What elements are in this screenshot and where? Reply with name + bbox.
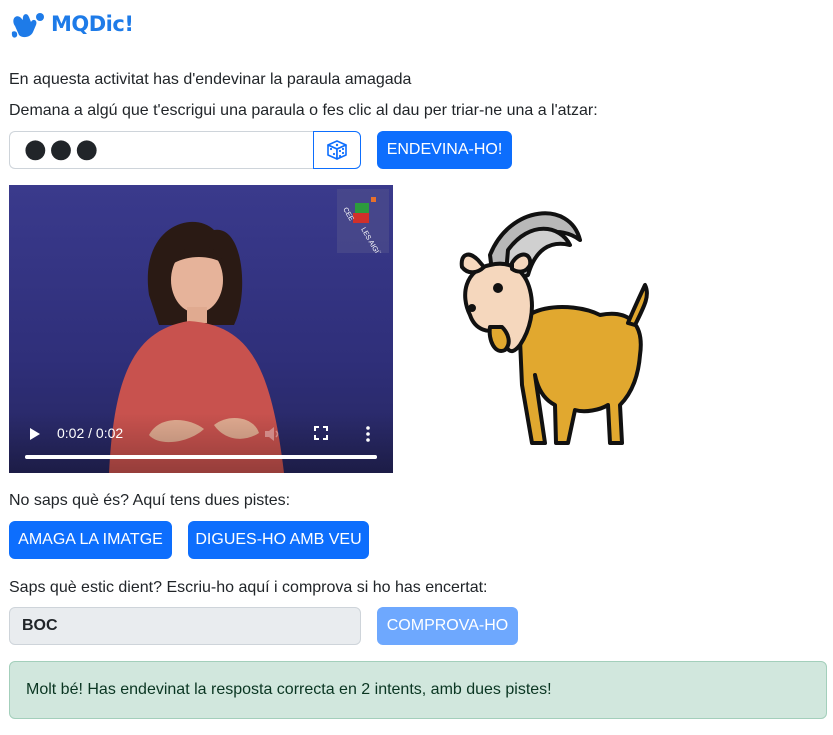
app-logo[interactable]: MQDic! (9, 8, 134, 40)
secret-word-group: ●●● (9, 131, 361, 169)
volume-icon[interactable] (264, 426, 282, 442)
hide-image-button[interactable]: AMAGA LA IMATGE (9, 521, 172, 559)
sign-language-video[interactable]: CEE LES AIGÜES 0:02 / 0:02 (9, 185, 393, 473)
random-word-button[interactable] (313, 131, 361, 169)
answer-input[interactable]: BOC (9, 607, 361, 645)
answer-prompt: Saps què estic dient? Escriu-ho aquí i c… (9, 579, 488, 596)
more-options-icon[interactable] (365, 426, 371, 442)
dice-icon (327, 140, 347, 160)
video-controls: 0:02 / 0:02 (9, 413, 393, 473)
logo-text: MQDic! (51, 12, 134, 36)
hand-logo-icon (11, 13, 44, 38)
check-button[interactable]: COMPROVA-HO (377, 607, 518, 645)
video-time: 0:02 / 0:02 (57, 425, 124, 441)
goat-icon (459, 211, 649, 445)
video-progress[interactable] (25, 455, 377, 459)
secret-word-input[interactable]: ●●● (9, 131, 313, 169)
video-progress-fill (25, 455, 377, 459)
instruction-line-1: En aquesta activitat has d'endevinar la … (9, 71, 412, 88)
instruction-line-2: Demana a algú que t'escrigui una paraula… (9, 102, 598, 119)
hints-label: No saps què és? Aquí tens dues pistes: (9, 492, 291, 509)
say-aloud-button[interactable]: DIGUES-HO AMB VEU (188, 521, 369, 559)
success-alert: Molt bé! Has endevinat la resposta corre… (9, 661, 827, 719)
guess-button[interactable]: ENDEVINA-HO! (377, 131, 512, 169)
school-watermark: CEE LES AIGÜES (337, 189, 389, 253)
fullscreen-icon[interactable] (314, 426, 328, 440)
play-icon[interactable] (29, 427, 41, 441)
